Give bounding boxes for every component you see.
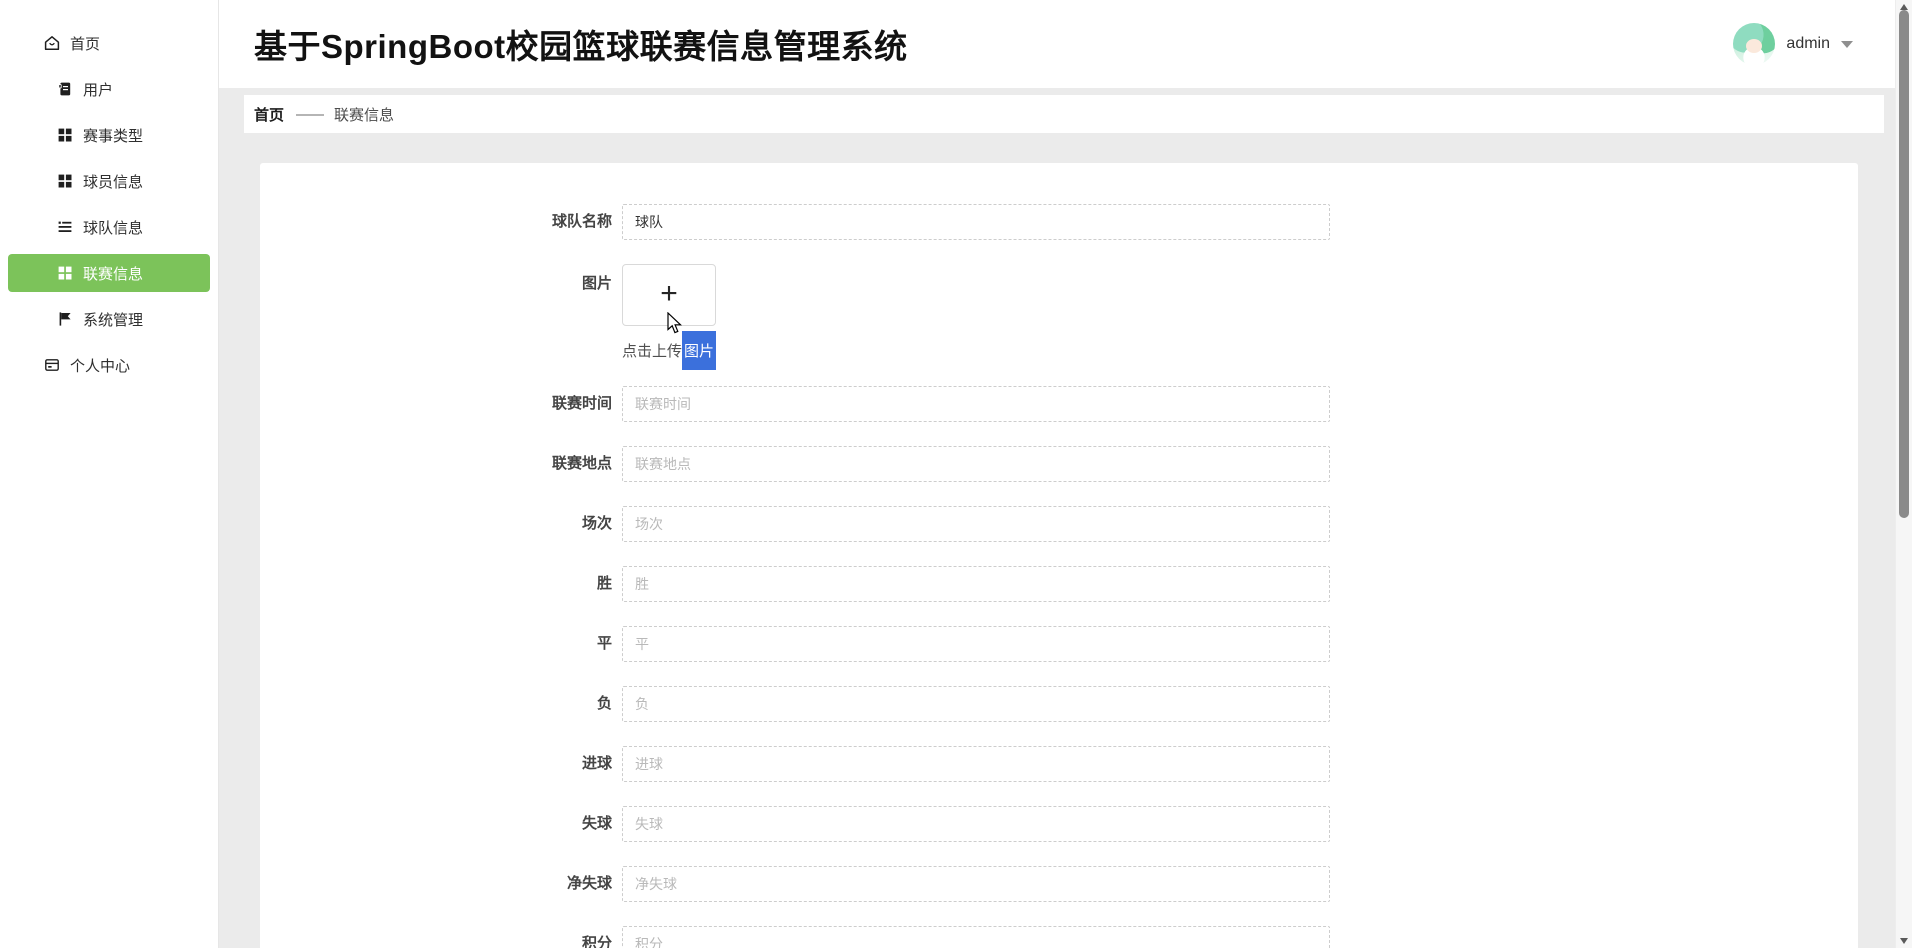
field-label: 负 xyxy=(596,695,612,712)
breadcrumb: 首页 —— 联赛信息 xyxy=(244,95,1884,133)
field-label: 联赛地点 xyxy=(551,455,612,472)
scrollbar-thumb[interactable] xyxy=(1899,10,1909,518)
form-row: 球队名称 xyxy=(260,204,1858,240)
user-menu[interactable]: admin xyxy=(1733,23,1853,65)
image-upload-col: + 点击上传 图片 xyxy=(622,264,717,370)
form-row: 积分 xyxy=(260,926,1858,948)
field-input-9[interactable] xyxy=(622,866,1330,902)
grid-icon xyxy=(57,173,73,189)
app-window: 首页 用户 赛事类型 球员信息 球队信息 联赛信息 系统管理 个人中心 基于SpringBoo… xyxy=(0,0,1912,948)
plus-icon: + xyxy=(660,276,678,310)
grid-icon xyxy=(57,127,73,143)
sidebar-item-6[interactable]: 系统管理 xyxy=(8,300,210,338)
username-label[interactable]: admin xyxy=(1786,35,1830,53)
form-rows-bottom: 联赛时间联赛地点场次胜平负进球失球净失球积分 xyxy=(260,386,1858,948)
page-title: 基于SpringBoot校园篮球联赛信息管理系统 xyxy=(254,28,908,65)
sidebar-item-label: 球员信息 xyxy=(83,173,144,191)
grid-icon xyxy=(57,265,73,281)
upload-tip-text: 点击上传 xyxy=(622,342,683,360)
sidebar-item-4[interactable]: 球队信息 xyxy=(8,208,210,246)
main-area: 基于SpringBoot校园篮球联赛信息管理系统 admin 首页 —— 联赛信… xyxy=(219,0,1895,948)
sidebar-item-2[interactable]: 赛事类型 xyxy=(8,116,210,154)
image-upload-dropzone[interactable]: + xyxy=(622,264,716,326)
field-label: 失球 xyxy=(581,815,612,832)
home-icon xyxy=(44,35,60,51)
field-label: 胜 xyxy=(596,575,612,592)
sidebar-item-7[interactable]: 个人中心 xyxy=(8,346,210,384)
form-row: 失球 xyxy=(260,806,1858,842)
form-row: 场次 xyxy=(260,506,1858,542)
form-row: 联赛地点 xyxy=(260,446,1858,482)
form-row: 联赛时间 xyxy=(260,386,1858,422)
form-row: 平 xyxy=(260,626,1858,662)
field-input-4[interactable] xyxy=(622,566,1330,602)
breadcrumb-separator: —— xyxy=(296,105,324,123)
sidebar-item-label: 系统管理 xyxy=(83,311,144,329)
field-input-3[interactable] xyxy=(622,506,1330,542)
field-label: 联赛时间 xyxy=(551,395,612,412)
user-avatar[interactable] xyxy=(1733,23,1776,65)
list-icon xyxy=(57,219,73,235)
field-input-2[interactable] xyxy=(622,446,1330,482)
field-label: 场次 xyxy=(581,515,612,532)
card-icon xyxy=(44,357,60,373)
field-input-5[interactable] xyxy=(622,626,1330,662)
field-label: 进球 xyxy=(581,755,612,772)
field-label: 球队名称 xyxy=(551,213,612,230)
top-header: 基于SpringBoot校园篮球联赛信息管理系统 admin xyxy=(219,0,1895,88)
upload-tip-selected-text: 图片 xyxy=(682,330,717,370)
image-upload-label: 图片 xyxy=(581,275,612,292)
form-row: 净失球 xyxy=(260,866,1858,902)
form-row: 负 xyxy=(260,686,1858,722)
field-input-7[interactable] xyxy=(622,746,1330,782)
sidebar-item-label: 联赛信息 xyxy=(83,265,144,283)
scrollbar-down-button[interactable] xyxy=(1896,934,1912,948)
field-input-8[interactable] xyxy=(622,806,1330,842)
field-label: 积分 xyxy=(581,935,612,948)
arrow-down-icon xyxy=(1900,938,1908,944)
form-rows-top: 球队名称 xyxy=(260,204,1858,240)
form-row: 胜 xyxy=(260,566,1858,602)
field-label: 净失球 xyxy=(566,875,612,892)
flag-icon xyxy=(57,311,73,327)
page-scrollbar[interactable] xyxy=(1895,0,1912,948)
sidebar-item-0[interactable]: 首页 xyxy=(8,24,210,62)
sidebar-item-3[interactable]: 球员信息 xyxy=(8,162,210,200)
sidebar-item-label: 赛事类型 xyxy=(83,127,144,145)
sidebar-item-label: 用户 xyxy=(83,81,114,99)
chevron-down-icon[interactable] xyxy=(1841,40,1853,48)
notebook-icon xyxy=(57,81,73,97)
field-input-10[interactable] xyxy=(622,926,1330,948)
field-label: 平 xyxy=(596,635,612,652)
breadcrumb-current: 联赛信息 xyxy=(334,106,395,124)
field-input-1[interactable] xyxy=(622,386,1330,422)
field-input-6[interactable] xyxy=(622,686,1330,722)
upload-tip: 点击上传 图片 xyxy=(622,330,717,370)
sidebar-item-5[interactable]: 联赛信息 xyxy=(8,254,210,292)
sidebar-item-label: 个人中心 xyxy=(70,357,131,375)
breadcrumb-home-link[interactable]: 首页 xyxy=(254,104,284,125)
form-row: 进球 xyxy=(260,746,1858,782)
sidebar-item-1[interactable]: 用户 xyxy=(8,70,210,108)
sidebar: 首页用户赛事类型球员信息球队信息联赛信息系统管理个人中心 xyxy=(0,0,219,948)
sidebar-item-label: 首页 xyxy=(70,35,101,53)
image-upload-row: 图片 + 点击上传 图片 xyxy=(260,264,1858,370)
sidebar-item-label: 球队信息 xyxy=(83,219,144,237)
field-input-0[interactable] xyxy=(622,204,1330,240)
form-card: 球队名称 图片 + 点击上传 图片 联赛时间联赛地点场次胜平负进球失球净失球积分 xyxy=(260,163,1858,948)
